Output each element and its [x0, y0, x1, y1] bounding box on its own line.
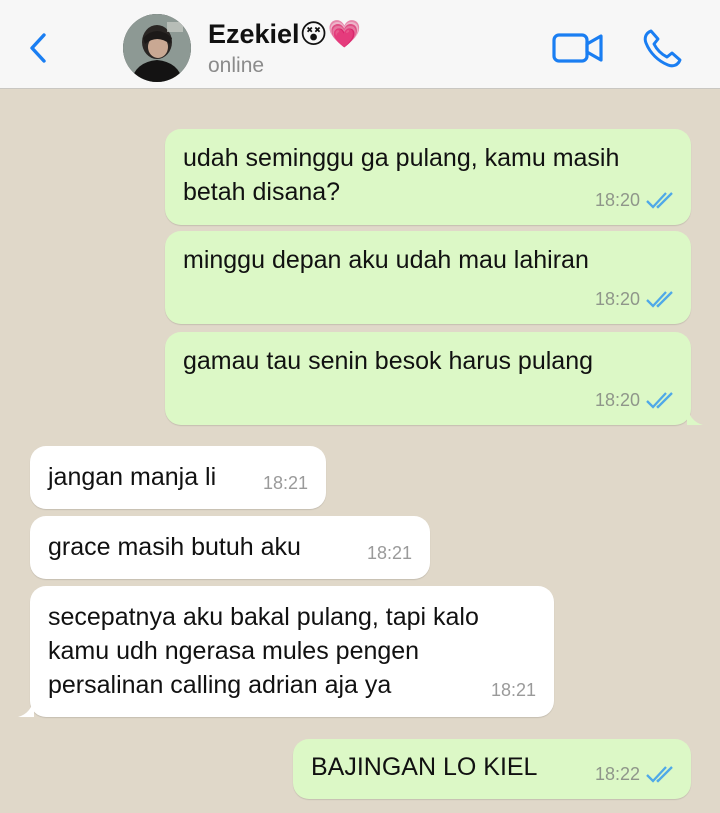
double-check-icon: [646, 392, 673, 409]
message-text-line: minggu depan aku udah mau lahiran: [183, 246, 589, 274]
message-outgoing[interactable]: minggu depan aku udah mau lahiran 18:20: [165, 231, 691, 324]
message-incoming[interactable]: secepatnya aku bakal pulang, tapi kalo k…: [18, 586, 554, 717]
message-meta: 18:22: [595, 757, 677, 791]
chevron-left-icon[interactable]: [24, 28, 54, 68]
message-incoming[interactable]: grace masih butuh aku 18:21: [30, 516, 430, 579]
message-time: 18:20: [594, 289, 640, 309]
video-camera-icon[interactable]: [551, 30, 605, 66]
bubble-tail: [18, 697, 34, 717]
phone-icon[interactable]: [640, 28, 684, 70]
message-text-line: kamu udh ngerasa mules pengen: [48, 637, 420, 665]
message-incoming[interactable]: jangan manja li 18:21: [30, 446, 326, 509]
message-meta: 18:20: [595, 183, 677, 217]
avatar[interactable]: [123, 14, 191, 82]
message-text-line: secepatnya aku bakal pulang, tapi kalo: [48, 603, 479, 631]
double-check-icon: [646, 291, 673, 308]
bubble-tail: [687, 405, 703, 425]
message-time: 18:20: [594, 190, 640, 210]
message-meta: 18:21: [491, 673, 536, 707]
message-outgoing[interactable]: BAJINGAN LO KIEL 18:22: [293, 739, 691, 799]
message-meta: 18:21: [263, 466, 308, 500]
message-time: 18:21: [366, 543, 412, 563]
message-text-line: grace masih butuh aku: [48, 533, 301, 561]
double-check-icon: [646, 192, 673, 209]
contact-name[interactable]: Ezekiel😵💗: [208, 18, 361, 50]
message-meta: 18:20: [595, 383, 677, 417]
message-text-line: gamau tau senin besok harus pulang: [183, 347, 594, 375]
message-text-line: udah seminggu ga pulang, kamu masih: [183, 144, 620, 172]
chat-header: Ezekiel😵💗 online: [0, 0, 720, 89]
message-meta: 18:21: [367, 536, 412, 570]
message-outgoing[interactable]: udah seminggu ga pulang, kamu masih beta…: [165, 129, 691, 225]
contact-status: online: [208, 54, 265, 77]
double-check-icon: [646, 766, 673, 783]
message-time: 18:22: [594, 764, 640, 784]
message-time: 18:21: [262, 473, 308, 493]
message-time: 18:21: [490, 680, 536, 700]
message-outgoing[interactable]: gamau tau senin besok harus pulang 18:20: [165, 332, 703, 425]
message-text-line: persalinan calling adrian aja ya: [48, 671, 392, 699]
message-meta: 18:20: [595, 282, 677, 316]
message-time: 18:20: [594, 390, 640, 410]
